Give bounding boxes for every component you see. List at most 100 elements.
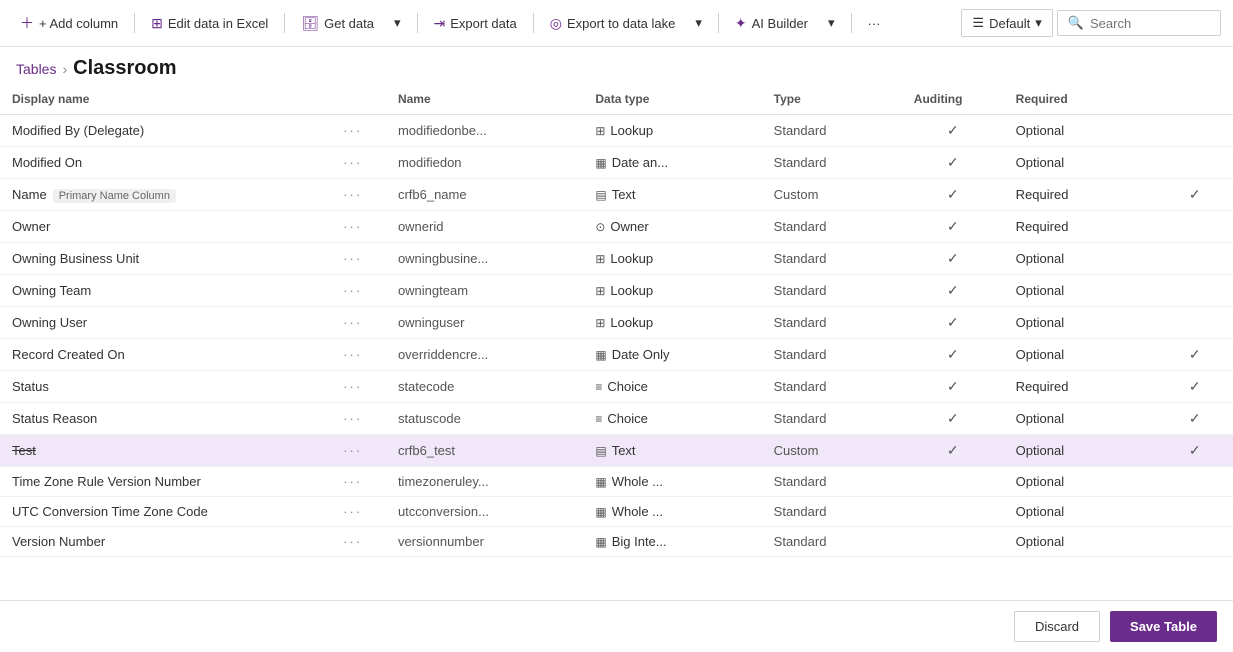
managed-checkmark: ✓: [1189, 186, 1201, 202]
ai-icon: ✦: [735, 15, 747, 32]
cell-auditing: ✓: [902, 115, 1004, 147]
cell-custom-type: Standard: [762, 527, 902, 557]
cell-data-type: ▦Whole ...: [583, 467, 761, 497]
col-header-required: Required: [1004, 84, 1157, 115]
cell-display-name: Record Created On: [0, 339, 331, 371]
type-icon: ⊞: [595, 284, 605, 298]
cell-required: Required: [1004, 179, 1157, 211]
discard-button[interactable]: Discard: [1014, 611, 1100, 642]
cell-managed: [1157, 275, 1233, 307]
cell-context-menu[interactable]: ···: [331, 179, 386, 211]
get-data-button[interactable]: 🗄 Get data: [293, 10, 382, 37]
cell-data-type: ⊞ Lookup: [583, 275, 761, 307]
cell-custom-type: Standard: [762, 115, 902, 147]
cell-display-name: Modified On: [0, 147, 331, 179]
cell-context-menu[interactable]: ···: [331, 211, 386, 243]
auditing-checkmark: ✓: [947, 378, 959, 394]
ai-chevron[interactable]: ▾: [820, 10, 843, 36]
type-label: Big Inte...: [612, 534, 667, 549]
cell-display-name: Owning Team: [0, 275, 331, 307]
cell-context-menu[interactable]: ···: [331, 403, 386, 435]
add-column-button[interactable]: ＋ + Add column: [12, 8, 126, 38]
divider-1: [134, 13, 135, 33]
cell-custom-type: Standard: [762, 275, 902, 307]
cell-context-menu[interactable]: ···: [331, 339, 386, 371]
table-row[interactable]: UTC Conversion Time Zone Code···utcconve…: [0, 497, 1233, 527]
table-row[interactable]: Modified By (Delegate)···modifiedonbe...…: [0, 115, 1233, 147]
cell-display-name: Test: [0, 435, 331, 467]
cell-logical-name: owninguser: [386, 307, 583, 339]
cell-display-name: Owner: [0, 211, 331, 243]
search-box[interactable]: 🔍: [1057, 10, 1221, 36]
cell-auditing: ✓: [902, 403, 1004, 435]
export-data-button[interactable]: ⇥ Export data: [426, 10, 525, 37]
more-button[interactable]: ···: [860, 11, 889, 36]
export-lake-button[interactable]: ◎ Export to data lake: [542, 10, 684, 37]
get-data-chevron[interactable]: ▾: [386, 10, 409, 36]
export-icon: ⇥: [434, 15, 446, 32]
cell-context-menu[interactable]: ···: [331, 497, 386, 527]
table-row[interactable]: Owning User···owninguser⊞LookupStandard✓…: [0, 307, 1233, 339]
cell-logical-name: owningteam: [386, 275, 583, 307]
type-icon: ▦: [595, 475, 606, 489]
type-icon: ▤: [595, 444, 606, 458]
search-input[interactable]: [1090, 16, 1210, 31]
chevron-down-icon: ▾: [1035, 15, 1042, 31]
managed-checkmark: ✓: [1189, 442, 1201, 458]
cell-data-type: ▦Date an...: [583, 147, 761, 179]
cell-display-name: UTC Conversion Time Zone Code: [0, 497, 331, 527]
cell-context-menu[interactable]: ···: [331, 467, 386, 497]
cell-data-type: ≡Choice: [583, 371, 761, 403]
table-row[interactable]: Test···crfb6_test▤TextCustom✓Optional✓: [0, 435, 1233, 467]
cell-managed: ✓: [1157, 435, 1233, 467]
table-row[interactable]: Owning Team···owningteam ⊞ Lookup Standard✓…: [0, 275, 1233, 307]
table-row[interactable]: Record Created On···overriddencre...▦Dat…: [0, 339, 1233, 371]
cell-custom-type: Standard: [762, 371, 902, 403]
save-table-button[interactable]: Save Table: [1110, 611, 1217, 642]
export-lake-chevron[interactable]: ▾: [687, 10, 710, 36]
auditing-checkmark: ✓: [947, 218, 959, 234]
table-row[interactable]: Status···statecode≡ChoiceStandard✓Requir…: [0, 371, 1233, 403]
cell-auditing: ✓: [902, 275, 1004, 307]
col-header-datatype: Data type: [583, 84, 761, 115]
ai-builder-button[interactable]: ✦ AI Builder: [727, 10, 816, 37]
cell-custom-type: Standard: [762, 307, 902, 339]
cell-context-menu[interactable]: ···: [331, 275, 386, 307]
page-title: Classroom: [73, 57, 176, 80]
cell-logical-name: statecode: [386, 371, 583, 403]
col-header-displayname: Display name: [0, 84, 331, 115]
table-row[interactable]: NamePrimary Name Column···crfb6_name▤Tex…: [0, 179, 1233, 211]
cell-required: Optional: [1004, 435, 1157, 467]
cell-context-menu[interactable]: ···: [331, 243, 386, 275]
table-row[interactable]: Status Reason···statuscode≡ChoiceStandar…: [0, 403, 1233, 435]
default-view-selector[interactable]: ☰ Default ▾: [961, 9, 1052, 37]
table-row[interactable]: Owning Business Unit···owningbusine...⊞L…: [0, 243, 1233, 275]
columns-table: Display name Name Data type Type Auditin…: [0, 84, 1233, 557]
cell-context-menu[interactable]: ···: [331, 371, 386, 403]
type-label: Lookup: [610, 283, 653, 298]
cell-data-type: ▦Date Only: [583, 339, 761, 371]
footer: Discard Save Table: [0, 600, 1233, 652]
breadcrumb-tables-link[interactable]: Tables: [16, 61, 56, 77]
cell-logical-name: utcconversion...: [386, 497, 583, 527]
table-row[interactable]: Time Zone Rule Version Number···timezone…: [0, 467, 1233, 497]
cell-required: Optional: [1004, 527, 1157, 557]
divider-2: [284, 13, 285, 33]
cell-context-menu[interactable]: ···: [331, 527, 386, 557]
auditing-checkmark: ✓: [947, 410, 959, 426]
cell-auditing: ✓: [902, 339, 1004, 371]
type-label: Text: [612, 443, 636, 458]
table-row[interactable]: Version Number···versionnumber▦Big Inte.…: [0, 527, 1233, 557]
cell-context-menu[interactable]: ···: [331, 147, 386, 179]
table-header-row: Display name Name Data type Type Auditin…: [0, 84, 1233, 115]
cell-logical-name: crfb6_test: [386, 435, 583, 467]
divider-5: [718, 13, 719, 33]
cell-context-menu[interactable]: ···: [331, 307, 386, 339]
table-row[interactable]: Modified On···modifiedon▦Date an...Stand…: [0, 147, 1233, 179]
table-row[interactable]: Owner···ownerid⊙OwnerStandard✓Required: [0, 211, 1233, 243]
cell-context-menu[interactable]: ···: [331, 115, 386, 147]
edit-excel-button[interactable]: ⊞ Edit data in Excel: [143, 10, 276, 37]
cell-context-menu[interactable]: ···: [331, 435, 386, 467]
type-icon: ▦: [595, 505, 606, 519]
type-label: Owner: [610, 219, 648, 234]
